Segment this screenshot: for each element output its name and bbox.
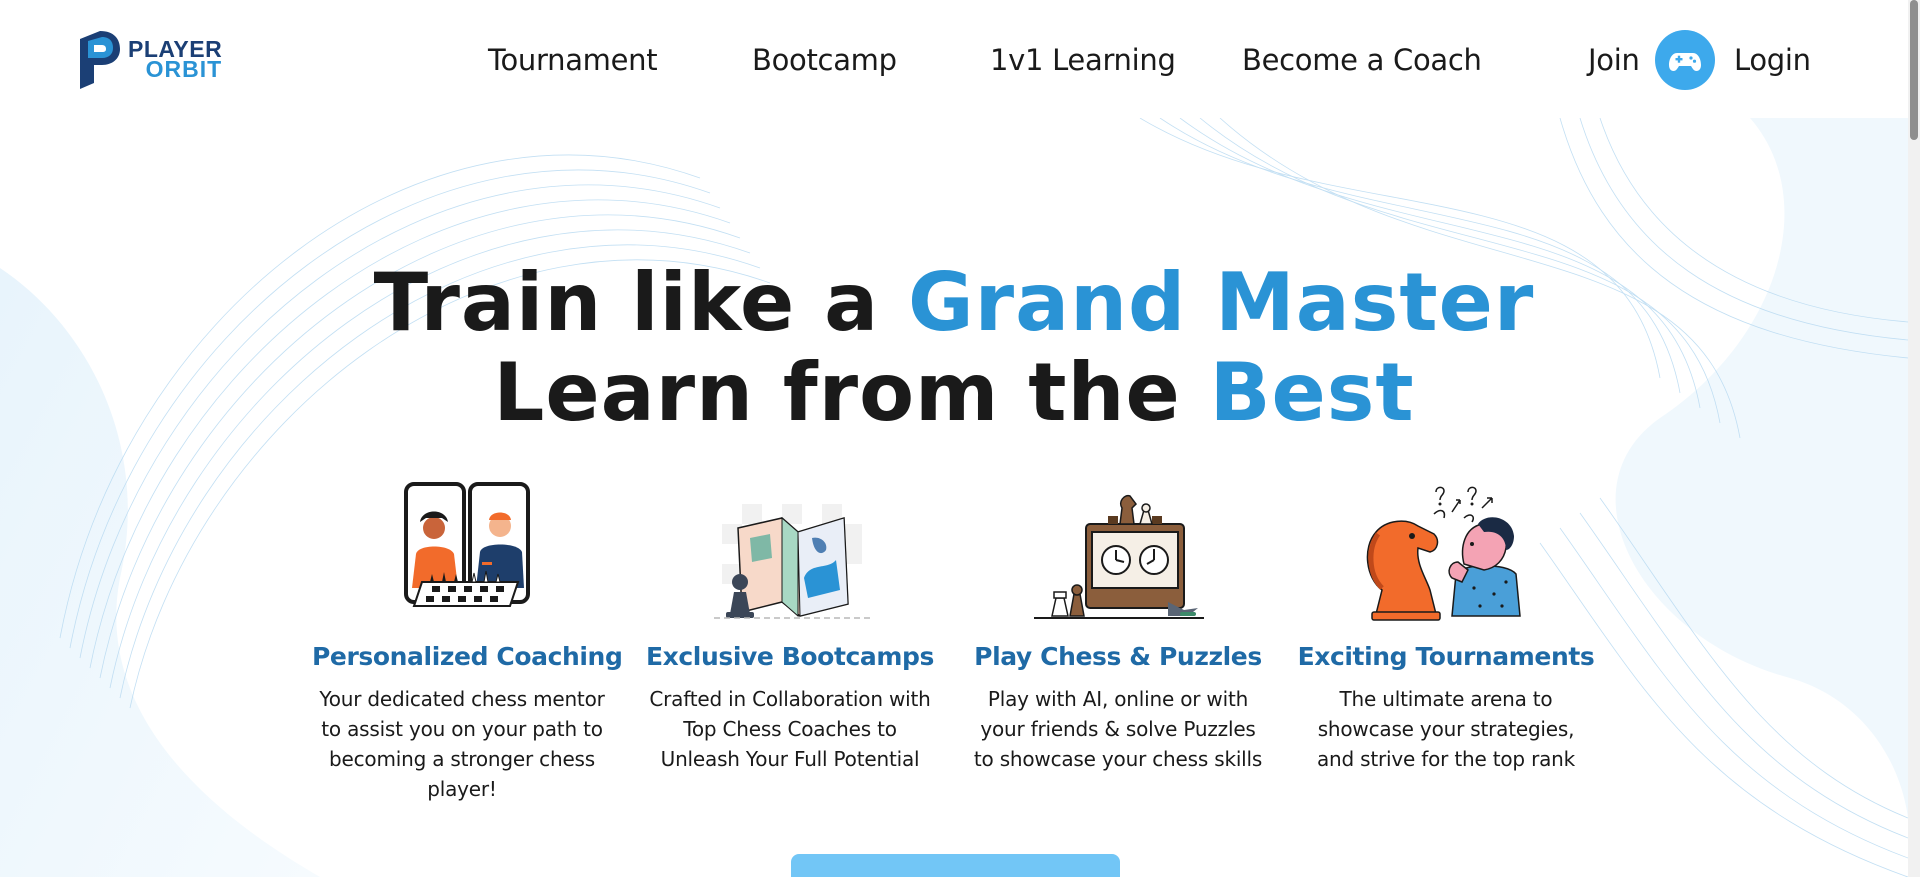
page: PLAYER ORBIT Tournament Bootcamp 1v1 Lea… bbox=[0, 0, 1920, 877]
feature-description: The ultimate arena to showcase your stra… bbox=[1316, 687, 1576, 771]
chess-clock-illustration bbox=[1034, 494, 1204, 619]
hero-line2-plain: Learn from the bbox=[493, 346, 1210, 439]
hero-line2-accent: Best bbox=[1209, 346, 1415, 439]
nav-item-tournament[interactable]: Tournament bbox=[488, 40, 658, 80]
feature-description: Crafted in Collaboration with Top Chess … bbox=[649, 687, 931, 771]
feature-exclusive-bootcamps: Exclusive Bootcamps Crafted in Collabora… bbox=[640, 478, 940, 771]
feature-title: Exciting Tournaments bbox=[1297, 642, 1595, 671]
chess-map-illustration bbox=[714, 504, 870, 619]
page-scrollbar[interactable] bbox=[1908, 0, 1920, 877]
feature-title: Exclusive Bootcamps bbox=[645, 642, 935, 671]
nav-item-bootcamp[interactable]: Bootcamp bbox=[752, 40, 897, 80]
feature-title: Play Chess & Puzzles bbox=[974, 642, 1262, 671]
play-game-button[interactable] bbox=[1655, 30, 1715, 90]
scrollbar-thumb[interactable] bbox=[1910, 0, 1918, 140]
gamepad-icon bbox=[1669, 53, 1701, 71]
hero-heading-line1: Train like a Grand Master bbox=[0, 258, 1908, 348]
background-wave-art bbox=[0, 118, 1908, 877]
site-header: PLAYER ORBIT Tournament Bootcamp 1v1 Lea… bbox=[0, 0, 1908, 118]
get-started-button[interactable] bbox=[791, 854, 1120, 877]
hero-section: Train like a Grand Master Learn from the… bbox=[0, 258, 1908, 438]
hero-heading-line2: Learn from the Best bbox=[0, 348, 1908, 438]
hero-line1-accent: Grand Master bbox=[907, 256, 1535, 349]
nav-item-1v1-learning[interactable]: 1v1 Learning bbox=[990, 40, 1176, 80]
join-link[interactable]: Join bbox=[1588, 40, 1640, 80]
feature-exciting-tournaments: Exciting Tournaments The ultimate arena … bbox=[1296, 478, 1596, 771]
brand-logo[interactable]: PLAYER ORBIT bbox=[78, 29, 222, 89]
hero-line1-plain: Train like a bbox=[373, 256, 908, 349]
feature-play-chess-puzzles: Play Chess & Puzzles Play with AI, onlin… bbox=[968, 478, 1268, 771]
knight-thinker-illustration bbox=[1366, 486, 1521, 621]
feature-description: Your dedicated chess mentor to assist yo… bbox=[319, 687, 605, 801]
nav-item-become-a-coach[interactable]: Become a Coach bbox=[1242, 40, 1482, 80]
feature-title: Personalized Coaching bbox=[312, 642, 623, 671]
feature-description: Play with AI, online or with your friend… bbox=[973, 687, 1263, 771]
video-call-coaching-illustration bbox=[404, 482, 530, 607]
player-orbit-logo-icon bbox=[80, 31, 120, 89]
feature-personalized-coaching: Personalized Coaching Your dedicated che… bbox=[312, 478, 623, 801]
brand-name-line2: ORBIT bbox=[145, 56, 223, 82]
brand-wordmark: PLAYER ORBIT bbox=[128, 38, 223, 82]
login-link[interactable]: Login bbox=[1734, 40, 1811, 80]
